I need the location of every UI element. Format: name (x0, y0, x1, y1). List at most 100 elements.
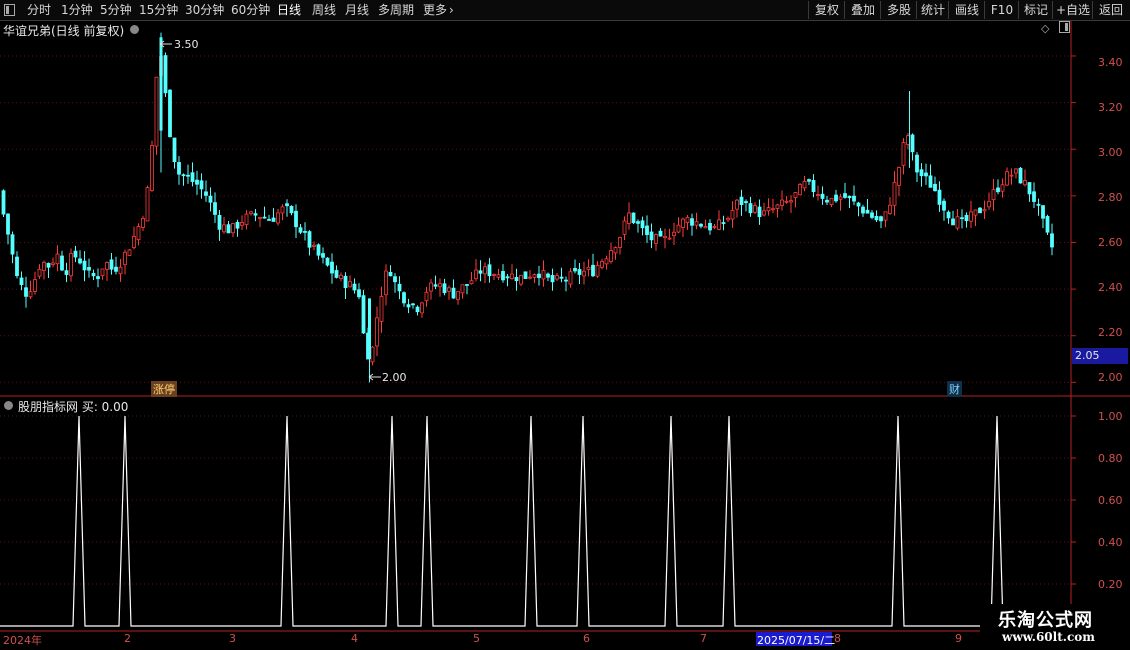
candle-body (546, 273, 550, 278)
candle-body (411, 303, 415, 306)
candle-body (879, 216, 883, 222)
candle-body (892, 181, 897, 206)
candle-body (613, 247, 618, 254)
candle-body (478, 270, 483, 274)
candle-body (1000, 184, 1005, 192)
candle-body (577, 269, 582, 275)
candle-body (573, 267, 577, 272)
time-label-jul: 7 (700, 632, 707, 645)
candle-body (258, 217, 262, 219)
low-marker (368, 373, 381, 381)
candle-body (708, 222, 712, 231)
candle-body (451, 287, 456, 299)
candle-body (456, 291, 460, 300)
candle-body (141, 218, 145, 228)
indicator-options-icon[interactable] (4, 401, 13, 410)
candle-body (172, 137, 177, 163)
candle-body (163, 55, 168, 94)
candle-body (1045, 216, 1050, 233)
candle-body (235, 222, 240, 229)
candle-body (874, 215, 879, 221)
candle-body (532, 274, 537, 278)
candle-body (604, 258, 609, 265)
date-cursor-label: 2025/07/15/二 (757, 634, 836, 647)
candle-body (357, 289, 361, 298)
pane-toggle-icon[interactable] (1059, 21, 1071, 36)
candle-body (667, 237, 672, 240)
candle-body (190, 172, 195, 182)
candle-body (996, 187, 1000, 193)
candle-body (1018, 167, 1023, 184)
candle-body (735, 199, 739, 210)
candle-body (33, 279, 37, 292)
candle-body (865, 209, 870, 214)
candle-body (960, 217, 964, 220)
candle-body (1027, 182, 1032, 195)
candle-body (154, 76, 159, 147)
candle-body (964, 214, 969, 222)
candle-body (627, 212, 631, 224)
candle-body (820, 193, 825, 199)
candle-body (888, 204, 892, 214)
candle-body (915, 154, 919, 173)
candle-body (703, 226, 708, 229)
candle-body (816, 194, 820, 196)
candle-body (424, 291, 429, 302)
candle-body (118, 266, 123, 275)
candle-body (712, 226, 717, 228)
candle-body (438, 283, 442, 288)
candle-body (514, 277, 519, 282)
candle-body (199, 180, 204, 190)
candle-body (505, 276, 510, 279)
candle-body (406, 304, 411, 308)
y-label-260: 2.60 (1098, 236, 1123, 249)
candle-body (762, 210, 766, 216)
limit-up-marker[interactable]: 涨停 (151, 381, 177, 397)
candle-body (789, 200, 793, 203)
candle-body (100, 268, 105, 276)
finance-marker[interactable]: 财 (947, 381, 962, 397)
candle-body (208, 195, 213, 203)
candle-body (267, 219, 271, 221)
candle-body (222, 224, 226, 233)
candle-body (195, 179, 199, 185)
candle-body (861, 206, 865, 214)
candle-body (150, 145, 154, 191)
candle-body (60, 255, 64, 271)
candle-body (901, 142, 906, 166)
candle-body (501, 271, 505, 281)
buy-signal-line[interactable] (0, 415, 1068, 627)
diamond-icon[interactable]: ◇ (1041, 22, 1049, 35)
candle-body (933, 183, 937, 192)
candle-body (730, 210, 735, 220)
candle-body (231, 223, 235, 234)
candle-body (663, 235, 667, 239)
candle-body (168, 89, 172, 138)
candle-body (838, 196, 843, 200)
candlestick-series[interactable] (1, 32, 1054, 383)
candle-body (145, 187, 150, 222)
time-label-jun: 6 (583, 632, 590, 645)
y-label-220: 2.20 (1098, 326, 1123, 339)
candle-body (339, 274, 343, 279)
candle-body (748, 203, 753, 214)
candle-body (330, 261, 334, 274)
candle-body (1009, 174, 1014, 177)
candle-body (618, 237, 622, 248)
candle-body (717, 219, 721, 230)
candle-body (204, 191, 208, 196)
candle-body (640, 220, 645, 229)
title-options-icon[interactable] (130, 25, 139, 34)
candle-body (15, 256, 19, 277)
candle-body (483, 266, 487, 275)
candle-body (609, 250, 613, 262)
candle-body (433, 284, 438, 287)
candle-body (766, 207, 771, 212)
candle-body (910, 134, 915, 153)
candle-body (244, 213, 249, 226)
candle-body (991, 189, 996, 201)
candle-body (555, 275, 559, 280)
candle-body (136, 226, 141, 241)
candle-body (343, 275, 348, 289)
period-high-label: 3.50 (174, 38, 199, 51)
